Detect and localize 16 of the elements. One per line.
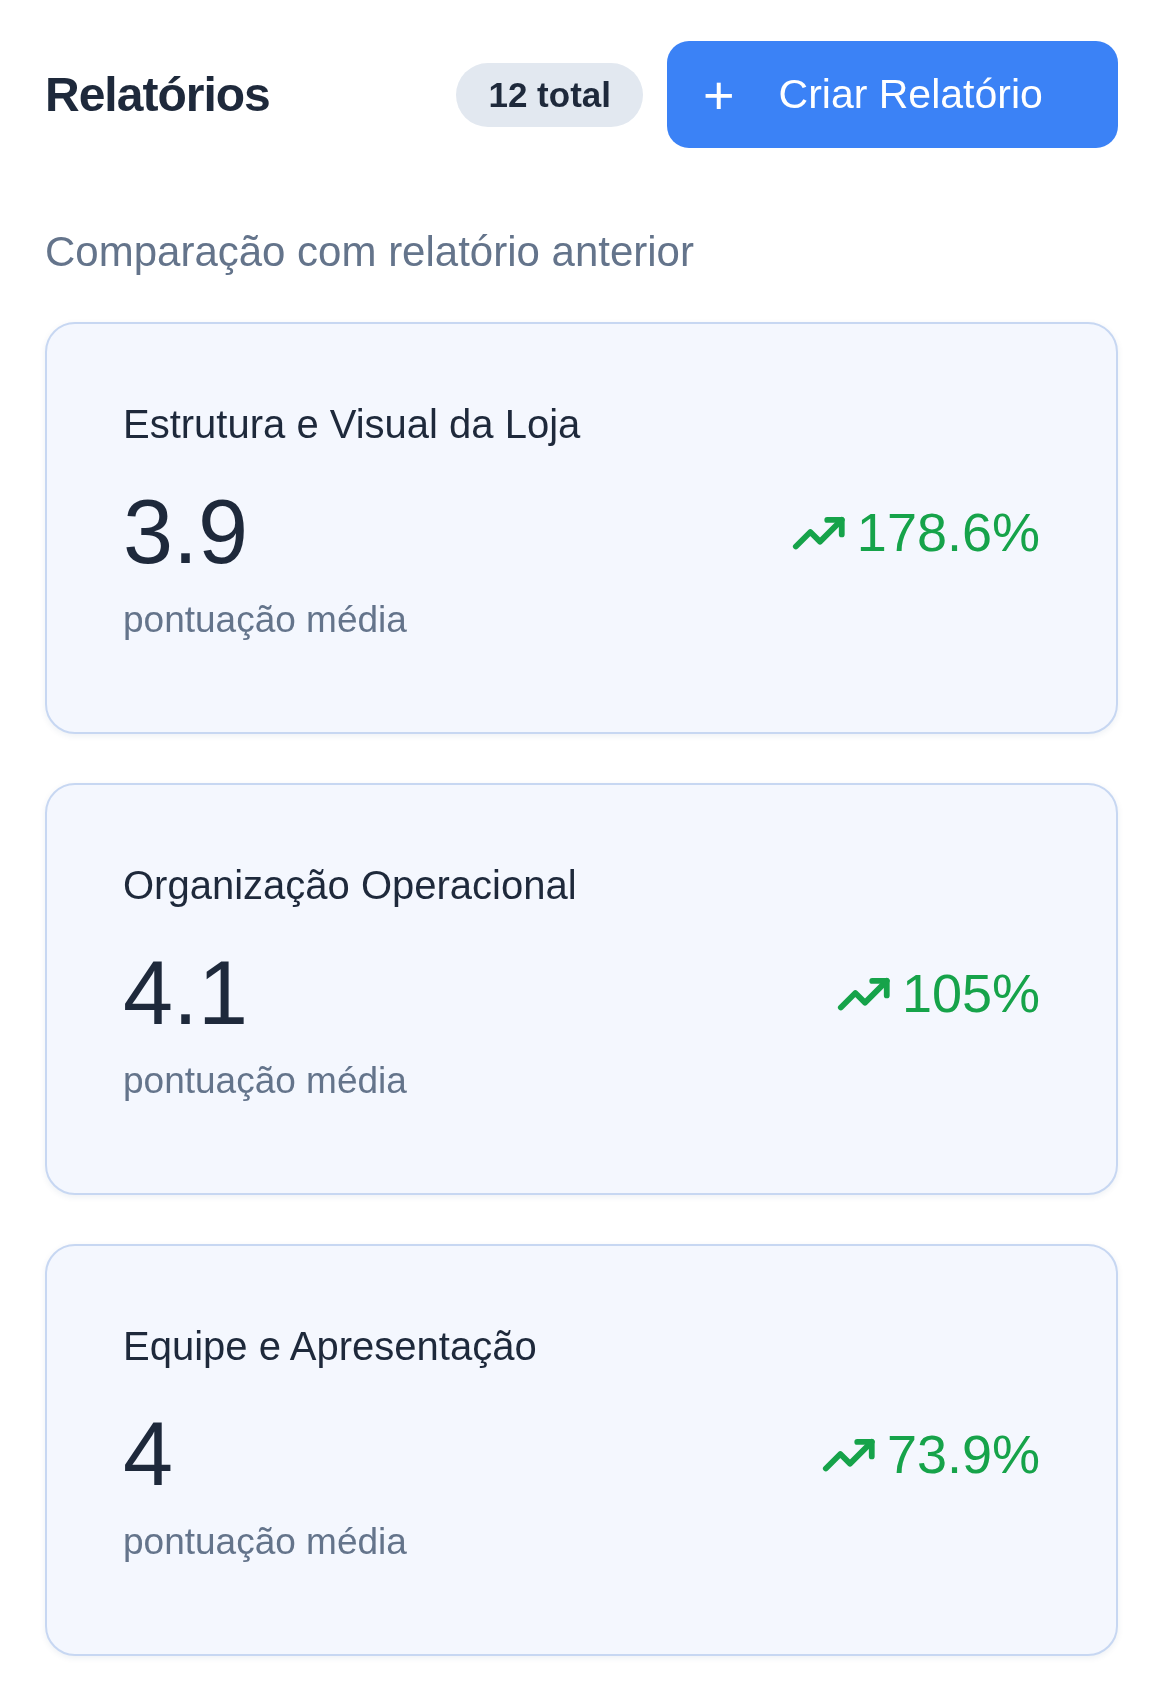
change-percentage: 105%: [901, 962, 1040, 1024]
section-subtitle: Comparação com relatório anterior: [45, 228, 695, 276]
score-value: 3.9: [123, 480, 249, 584]
count-badge: 12 total: [456, 62, 643, 127]
score-label: pontuação média: [123, 599, 408, 641]
score-label: pontuação média: [123, 1521, 408, 1563]
change-percentage: 73.9%: [886, 1423, 1040, 1485]
card-title: Organização Operacional: [123, 863, 578, 908]
score-label: pontuação média: [123, 1060, 408, 1102]
change-percentage: 178.6%: [856, 501, 1040, 563]
score-value: 4.1: [123, 941, 249, 1045]
card-title: Equipe e Apresentação: [123, 1324, 538, 1369]
card-title: Estrutura e Visual da Loja: [123, 402, 582, 447]
page-title: Relatórios: [45, 67, 270, 122]
create-report-button[interactable]: + Criar Relatório: [667, 41, 1118, 148]
score-value: 4: [123, 1402, 174, 1506]
